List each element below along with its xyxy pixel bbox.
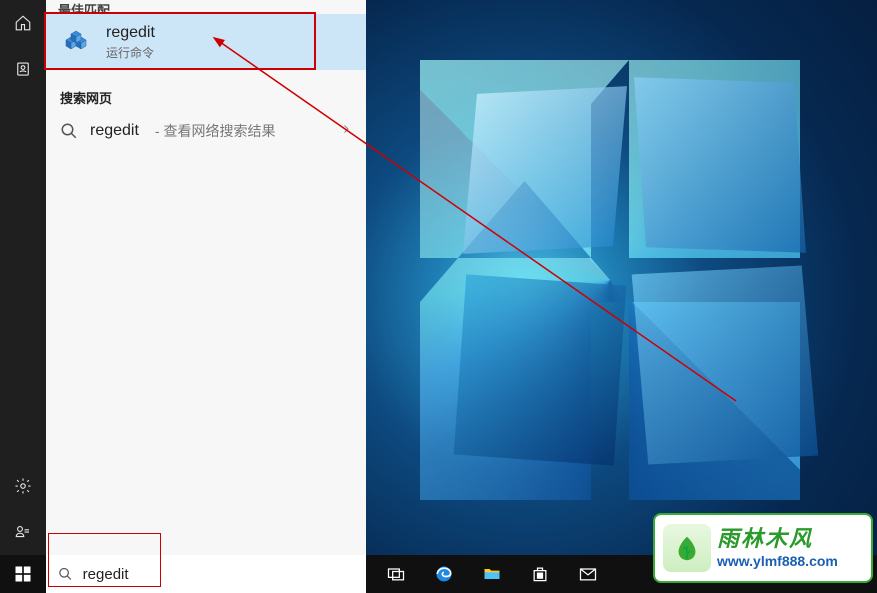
- notebook-icon[interactable]: [0, 46, 46, 92]
- settings-icon[interactable]: [0, 463, 46, 509]
- search-results-panel: 最佳匹配 regedit 运行命令 搜索网页 regedit - 查看网络搜索结…: [46, 0, 366, 555]
- store-button[interactable]: [516, 555, 564, 593]
- watermark-logo-icon: [663, 524, 711, 572]
- task-view-button[interactable]: [372, 555, 420, 593]
- regedit-app-icon: [60, 26, 92, 58]
- edge-browser-button[interactable]: [420, 555, 468, 593]
- mail-button[interactable]: [564, 555, 612, 593]
- best-match-header: 最佳匹配: [46, 0, 366, 14]
- watermark-badge: 雨林木风 www.ylmf888.com: [653, 513, 873, 583]
- result-subtitle: 运行命令: [106, 44, 155, 61]
- web-result-term: regedit: [90, 122, 139, 140]
- result-title: regedit: [106, 24, 155, 42]
- watermark-url: www.ylmf888.com: [717, 553, 838, 569]
- search-input[interactable]: [83, 566, 354, 583]
- chevron-right-icon: [340, 122, 352, 140]
- home-icon[interactable]: [0, 0, 46, 46]
- watermark-brand: 雨林木风: [717, 528, 838, 550]
- search-icon: [58, 566, 73, 582]
- taskbar-search-box[interactable]: [46, 555, 366, 593]
- web-result-suffix: - 查看网络搜索结果: [155, 121, 276, 141]
- feedback-icon[interactable]: [0, 509, 46, 555]
- web-section-header: 搜索网页: [46, 70, 366, 115]
- search-result-regedit[interactable]: regedit 运行命令: [46, 14, 366, 70]
- file-explorer-button[interactable]: [468, 555, 516, 593]
- cortana-side-rail: [0, 0, 46, 555]
- start-button[interactable]: [0, 555, 46, 593]
- web-search-result[interactable]: regedit - 查看网络搜索结果: [46, 115, 366, 147]
